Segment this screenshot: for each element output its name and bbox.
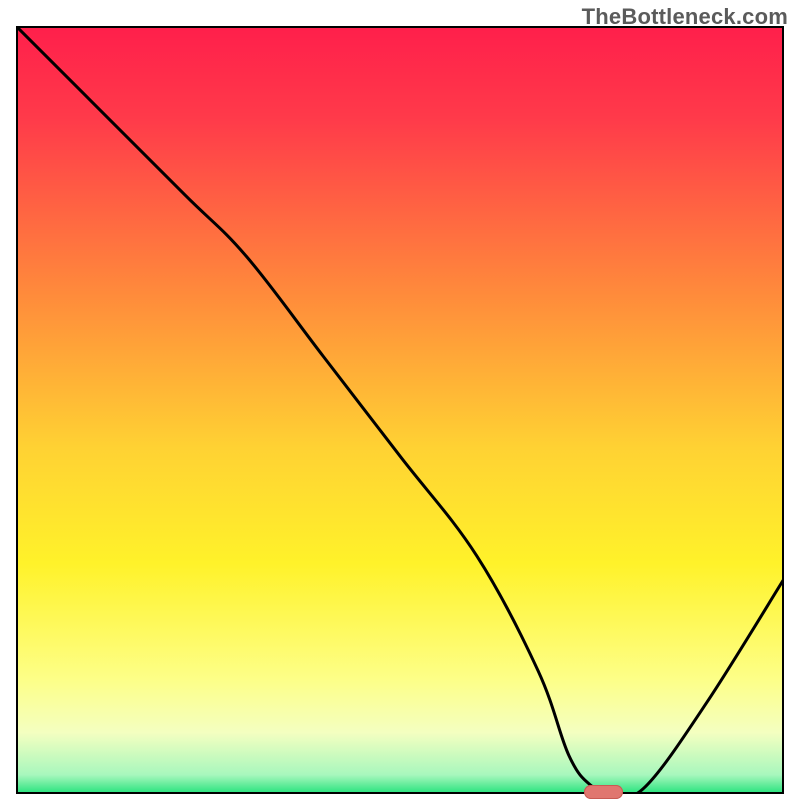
optimal-marker (584, 785, 622, 799)
bottleneck-chart (16, 26, 784, 794)
watermark-text: TheBottleneck.com (582, 4, 788, 30)
chart-stage: TheBottleneck.com (0, 0, 800, 800)
plot-area (16, 26, 784, 794)
